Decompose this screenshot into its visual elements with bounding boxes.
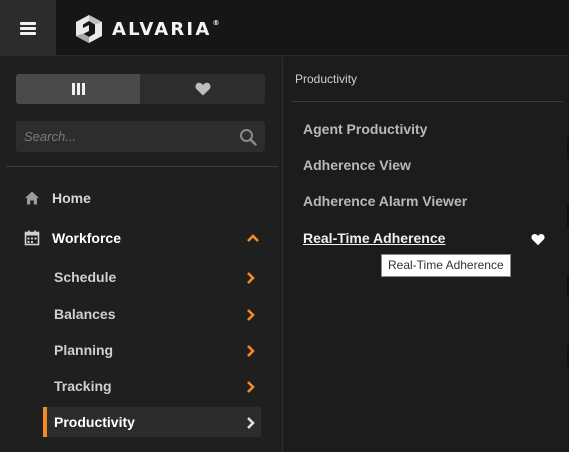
submenu-panel: Productivity Agent Productivity Adherenc… (284, 57, 569, 452)
chevron-up-icon (247, 234, 259, 242)
sidebar-item-balances[interactable]: Balances (0, 299, 282, 329)
submenu-item-real-time-adherence[interactable]: Real-Time Adherence (303, 230, 445, 246)
search-icon[interactable] (239, 128, 257, 146)
all-menu-tab[interactable] (16, 74, 140, 104)
submenu-item-adherence-alarm-viewer[interactable]: Adherence Alarm Viewer (303, 193, 467, 209)
submenu-item-agent-productivity[interactable]: Agent Productivity (303, 121, 427, 137)
sidebar-item-label: Planning (54, 342, 114, 358)
chevron-right-icon (247, 417, 255, 429)
hamburger-icon (20, 22, 36, 35)
nav-item-home[interactable]: Home (0, 188, 282, 208)
alvaria-logo-icon (76, 15, 102, 43)
submenu-divider (292, 101, 563, 102)
submenu-header: Productivity (295, 72, 358, 86)
submenu-item-adherence-view[interactable]: Adherence View (303, 157, 411, 173)
columns-icon (71, 83, 85, 95)
favorites-tab[interactable] (141, 74, 265, 104)
sidebar-item-tracking[interactable]: Tracking (0, 371, 282, 401)
sidebar: Home Workforce Schedule Balances P (0, 57, 283, 452)
nav-item-label: Home (52, 190, 91, 206)
search-box (16, 121, 265, 152)
favorite-heart-icon[interactable] (531, 233, 545, 246)
nav-item-workforce[interactable]: Workforce (0, 228, 282, 248)
active-item-indicator (43, 407, 47, 437)
sidebar-item-productivity[interactable]: Productivity (0, 407, 282, 437)
chevron-right-icon (247, 309, 255, 321)
sidebar-item-label: Tracking (54, 378, 112, 394)
brand-name: ALVARIA® (112, 18, 220, 40)
sidebar-item-label: Balances (54, 306, 116, 322)
menu-toggle-button[interactable] (0, 0, 56, 56)
sidebar-divider (6, 166, 278, 167)
heart-icon (195, 82, 211, 96)
sidebar-item-label: Productivity (54, 414, 135, 430)
sidebar-item-planning[interactable]: Planning (0, 335, 282, 365)
chevron-right-icon (247, 345, 255, 357)
home-icon (25, 191, 39, 205)
chevron-right-icon (247, 272, 255, 284)
search-input[interactable] (16, 121, 231, 152)
sidebar-item-schedule[interactable]: Schedule (0, 262, 282, 292)
tooltip: Real-Time Adherence (381, 254, 511, 277)
calendar-icon (24, 230, 40, 246)
chevron-right-icon (247, 381, 255, 393)
nav-item-label: Workforce (52, 230, 121, 246)
sidebar-item-label: Schedule (54, 269, 117, 285)
brand-logo[interactable]: ALVARIA® (74, 14, 219, 44)
sidebar-view-toggle (16, 74, 265, 104)
top-bar: ALVARIA® (0, 0, 569, 56)
